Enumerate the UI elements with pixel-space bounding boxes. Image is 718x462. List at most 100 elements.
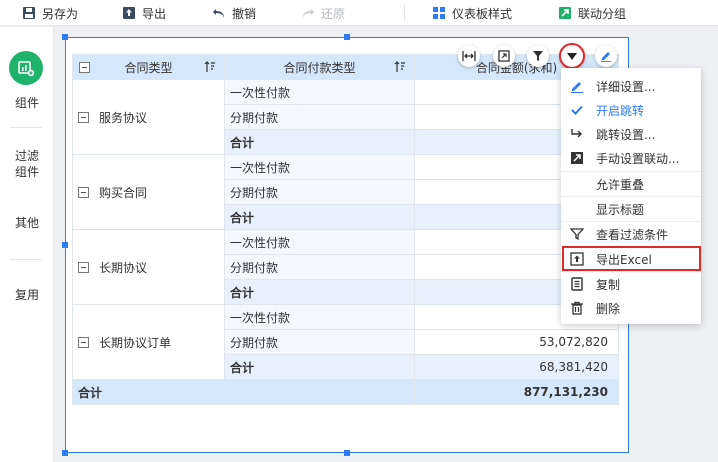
group-cell[interactable]: 长期协议 <box>72 229 225 305</box>
collapse-toggle[interactable] <box>78 186 89 198</box>
menu-item-label: 显示标题 <box>596 202 645 217</box>
menu-item-label: 详细设置... <box>596 79 656 94</box>
save-icon <box>22 6 36 20</box>
linkage-group-button[interactable]: 联动分组 <box>558 0 626 26</box>
grand-total-value: 877,131,230 <box>414 379 619 405</box>
resize-handle[interactable] <box>344 450 350 456</box>
subtotal-label: 合计 <box>224 129 415 155</box>
sort-icon[interactable] <box>394 61 406 73</box>
check-icon <box>570 103 584 117</box>
top-toolbar: 另存为 导出 撤销 还原 仪表板样式 联动分组 <box>0 0 718 26</box>
sidebar-item-filter-components[interactable]: 过滤 组件 <box>0 148 54 180</box>
payment-type-cell: 一次性付款 <box>224 79 415 105</box>
header-label: 合同付款类型 <box>283 60 356 75</box>
sidebar-item-other[interactable]: 其他 <box>0 215 54 231</box>
menu-item-label: 允许重叠 <box>596 177 645 192</box>
menu-item-label: 查看过滤条件 <box>596 227 669 242</box>
menu-item-detail-settings[interactable]: 详细设置... <box>561 74 701 98</box>
payment-type-cell: 分期付款 <box>224 329 415 355</box>
menu-item-delete[interactable]: 删除 <box>561 296 701 320</box>
menu-item-enable-jump[interactable]: 开启跳转 <box>561 98 701 122</box>
menu-item-copy[interactable]: 复制 <box>561 272 701 296</box>
menu-item-allow-overlap[interactable]: 允许重叠 <box>561 172 701 196</box>
resize-handle[interactable] <box>62 450 68 456</box>
grid-icon <box>432 6 446 20</box>
copy-icon <box>570 277 584 291</box>
more-options-dropdown-icon[interactable] <box>559 43 585 69</box>
group-label: 长期协议 <box>99 260 148 275</box>
table-row: 购买合同一次性付款451… <box>72 154 619 230</box>
undo-button[interactable]: 撤销 <box>212 0 256 26</box>
redo-icon <box>301 6 315 20</box>
subtotal-label: 合计 <box>224 279 415 305</box>
linkage-group-label: 联动分组 <box>578 6 627 21</box>
edit-icon[interactable] <box>595 45 617 67</box>
collapse-toggle[interactable] <box>78 336 89 348</box>
save-as-button[interactable]: 另存为 <box>22 0 78 26</box>
subtotal-value: 68,381,420 <box>414 354 619 380</box>
export-icon <box>122 6 136 20</box>
group-cell[interactable]: 购买合同 <box>72 154 225 230</box>
dashboard-style-label: 仪表板样式 <box>452 6 513 21</box>
menu-item-view-filter[interactable]: 查看过滤条件 <box>561 222 701 246</box>
subtotal-label: 合计 <box>224 354 415 380</box>
sidebar-divider <box>10 259 42 260</box>
payment-type-cell: 一次性付款 <box>224 229 415 255</box>
payment-type-cell: 分期付款 <box>224 179 415 205</box>
component-sidebar: 组件 过滤 组件 其他 复用 <box>0 27 54 462</box>
group-label: 长期协议订单 <box>99 335 172 350</box>
header-label: 合同类型 <box>124 60 173 75</box>
payment-type-cell: 一次性付款 <box>224 304 415 330</box>
save-as-label: 另存为 <box>42 6 79 21</box>
menu-item-label: 开启跳转 <box>596 103 645 118</box>
dashboard-style-button[interactable]: 仪表板样式 <box>432 0 512 26</box>
menu-item-manual-linkage[interactable]: 手动设置联动... <box>561 146 701 170</box>
amount-cell: 53,072,820 <box>414 329 619 355</box>
group-label: 服务协议 <box>99 110 148 125</box>
redo-button[interactable]: 还原 <box>301 0 345 26</box>
header-contract-type[interactable]: 合同类型 <box>72 54 225 80</box>
filter-icon <box>570 227 584 241</box>
undo-label: 撤销 <box>232 6 257 21</box>
trash-icon <box>570 301 584 315</box>
subtotal-label: 合计 <box>224 204 415 230</box>
table-row: 长期协议一次性付款10,… <box>72 229 619 305</box>
highlight-box <box>562 246 701 271</box>
pencil-icon <box>570 79 584 93</box>
fit-width-icon[interactable] <box>458 45 480 67</box>
add-chart-icon[interactable] <box>9 51 43 85</box>
collapse-toggle[interactable] <box>78 261 89 273</box>
grand-total-row: 合计 877,131,230 <box>72 379 619 405</box>
table-row: 服务协议一次性付款4… <box>72 79 619 155</box>
payment-type-cell: 分期付款 <box>224 254 415 280</box>
sidebar-divider <box>10 127 42 128</box>
group-cell[interactable]: 服务协议 <box>72 79 225 155</box>
menu-item-show-title[interactable]: 显示标题 <box>561 197 701 221</box>
grand-total-label: 合计 <box>72 379 415 405</box>
sort-icon[interactable] <box>204 61 216 73</box>
widget-options-menu: 详细设置... 开启跳转 跳转设置... 手动设置联动... 允许重叠 显示标题… <box>561 68 701 324</box>
payment-type-cell: 一次性付款 <box>224 154 415 180</box>
header-payment-type[interactable]: 合同付款类型 <box>224 54 415 80</box>
link-icon <box>570 151 584 165</box>
fullscreen-icon[interactable] <box>493 45 515 67</box>
menu-item-label: 手动设置联动... <box>596 151 680 166</box>
collapse-toggle[interactable] <box>78 111 89 123</box>
collapse-toggle[interactable] <box>79 62 90 73</box>
pivot-table: 合同类型 合同付款类型 合同金额(求和) 服务协议一次性付款4…分期付款7…合计… <box>72 54 619 405</box>
table-row: 长期协议订单一次性付款15,… <box>72 304 619 380</box>
redo-label: 还原 <box>321 6 346 21</box>
export-button[interactable]: 导出 <box>122 0 166 26</box>
export-label: 导出 <box>142 6 167 21</box>
sidebar-item-components[interactable]: 组件 <box>0 95 54 111</box>
menu-item-jump-settings[interactable]: 跳转设置... <box>561 122 701 146</box>
group-cell[interactable]: 长期协议订单 <box>72 304 225 380</box>
resize-handle[interactable] <box>62 242 68 248</box>
resize-handle[interactable] <box>62 34 68 40</box>
menu-item-label: 删除 <box>596 301 621 316</box>
group-label: 购买合同 <box>99 185 148 200</box>
filter-icon[interactable] <box>527 45 549 67</box>
payment-type-cell: 分期付款 <box>224 104 415 130</box>
sidebar-item-reuse[interactable]: 复用 <box>0 287 54 303</box>
resize-handle[interactable] <box>344 34 350 40</box>
